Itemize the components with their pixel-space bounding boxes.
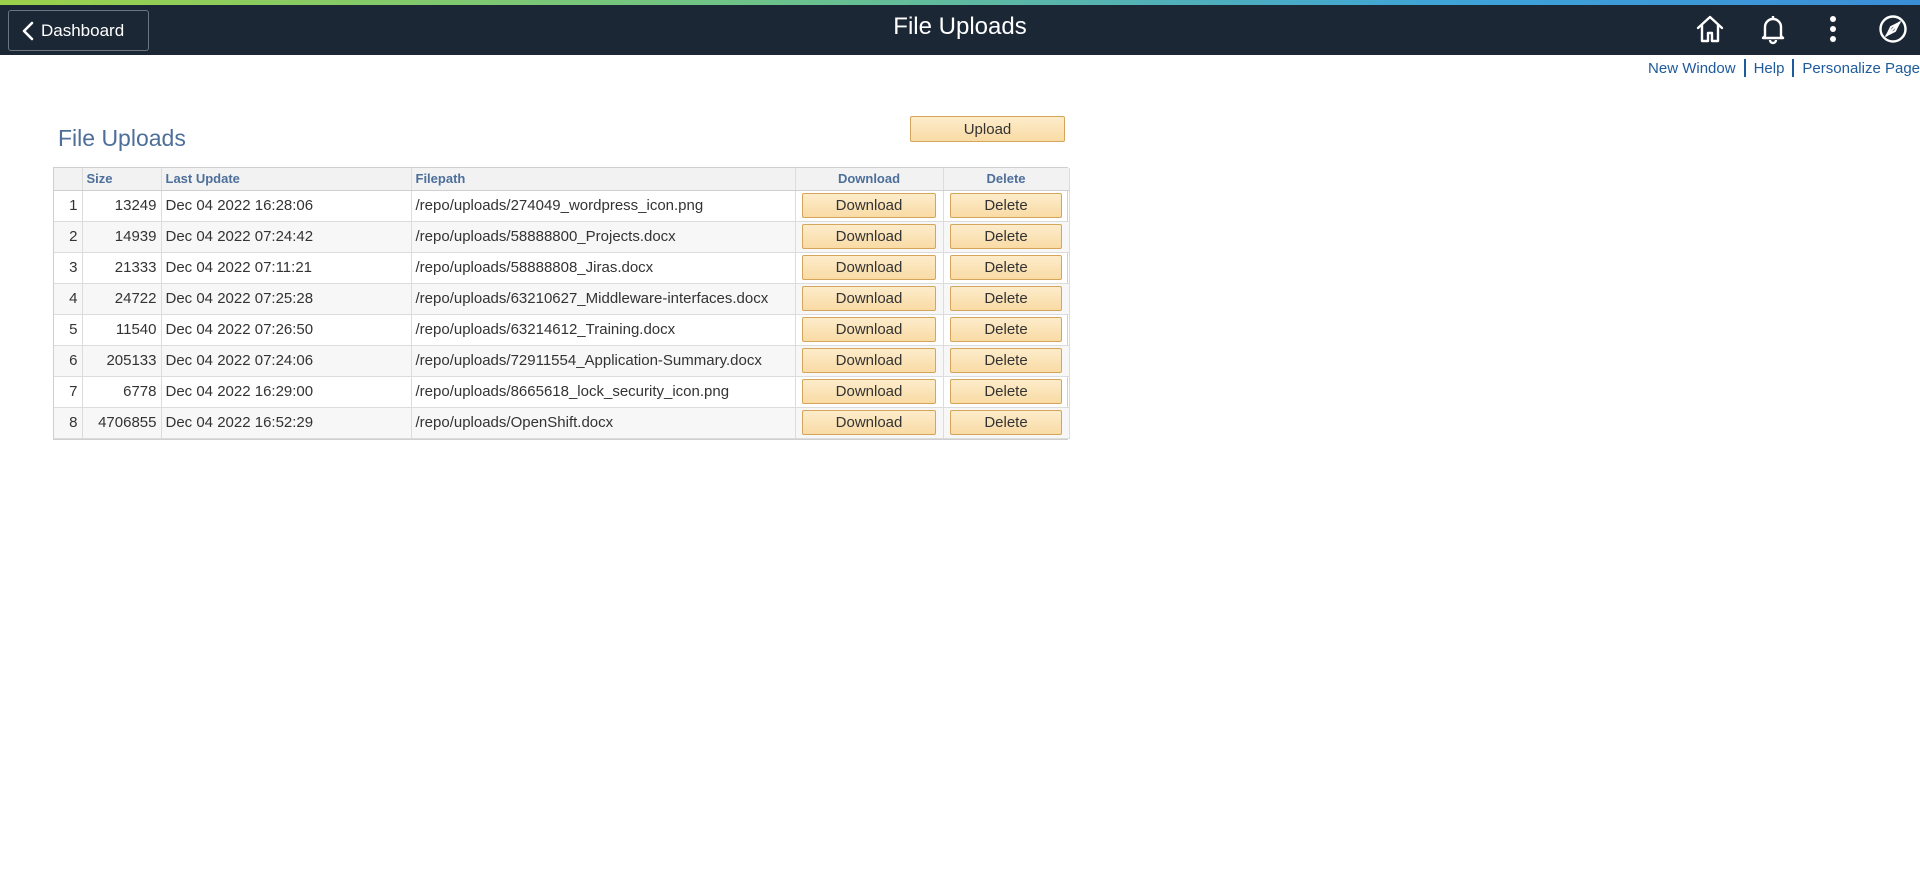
download-cell: Download	[795, 314, 944, 346]
top-banner: Dashboard File Uploads	[0, 0, 1920, 55]
download-button[interactable]: Download	[802, 193, 936, 218]
row-number: 6	[54, 345, 83, 377]
delete-cell: Delete	[943, 407, 1070, 439]
last-update-cell: Dec 04 2022 16:28:06	[161, 190, 412, 222]
row-number: 8	[54, 407, 83, 439]
row-number: 3	[54, 252, 83, 284]
size-cell: 11540	[82, 314, 162, 346]
size-cell: 6778	[82, 376, 162, 408]
size-cell: 24722	[82, 283, 162, 315]
delete-cell: Delete	[943, 190, 1070, 222]
table-row: 5 11540 Dec 04 2022 07:26:50/repo/uploads/…	[54, 314, 1070, 346]
col-header-last-update[interactable]: Last Update	[161, 168, 412, 191]
help-link[interactable]: Help	[1754, 60, 1785, 77]
col-header-download: Download	[795, 168, 944, 191]
filepath-cell: /repo/uploads/58888808_Jiras.docx	[411, 252, 796, 284]
delete-cell: Delete	[943, 314, 1070, 346]
col-header-size[interactable]: Size	[82, 168, 162, 191]
download-cell: Download	[795, 376, 944, 408]
col-header-row-number	[54, 168, 83, 191]
size-cell: 21333	[82, 252, 162, 284]
delete-button[interactable]: Delete	[950, 286, 1062, 311]
delete-cell: Delete	[943, 345, 1070, 377]
filepath-cell: /repo/uploads/72911554_Application-Summa…	[411, 345, 796, 377]
filepath-cell: /repo/uploads/8665618_lock_security_icon…	[411, 376, 796, 408]
more-vertical-icon[interactable]	[1816, 12, 1850, 46]
download-button[interactable]: Download	[802, 410, 936, 435]
row-number: 1	[54, 190, 83, 222]
download-button[interactable]: Download	[802, 255, 936, 280]
last-update-cell: Dec 04 2022 07:24:06	[161, 345, 412, 377]
delete-cell: Delete	[943, 221, 1070, 253]
row-number: 5	[54, 314, 83, 346]
download-cell: Download	[795, 345, 944, 377]
download-cell: Download	[795, 190, 944, 222]
last-update-cell: Dec 04 2022 16:29:00	[161, 376, 412, 408]
new-window-link[interactable]: New Window	[1648, 60, 1736, 77]
table-row: 3 21333 Dec 04 2022 07:11:21/repo/uploads/…	[54, 252, 1070, 284]
last-update-cell: Dec 04 2022 07:25:28	[161, 283, 412, 315]
delete-cell: Delete	[943, 252, 1070, 284]
delete-cell: Delete	[943, 376, 1070, 408]
col-header-filepath[interactable]: Filepath	[411, 168, 796, 191]
grid-body: 1 13249 Dec 04 2022 16:28:06/repo/uploads/…	[54, 190, 1070, 439]
download-cell: Download	[795, 407, 944, 439]
download-button[interactable]: Download	[802, 286, 936, 311]
filepath-cell: /repo/uploads/58888800_Projects.docx	[411, 221, 796, 253]
last-update-cell: Dec 04 2022 16:52:29	[161, 407, 412, 439]
delete-cell: Delete	[943, 283, 1070, 315]
delete-button[interactable]: Delete	[950, 410, 1062, 435]
grid-header-row: Size Last Update Filepath Download Delet…	[54, 168, 1070, 191]
table-row: 6 205133 Dec 04 2022 07:24:06/repo/uploads…	[54, 345, 1070, 377]
table-row: 2 14939 Dec 04 2022 07:24:42/repo/uploads/…	[54, 221, 1070, 253]
download-button[interactable]: Download	[802, 379, 936, 404]
delete-button[interactable]: Delete	[950, 348, 1062, 373]
size-cell: 13249	[82, 190, 162, 222]
link-separator	[1792, 59, 1795, 77]
download-button[interactable]: Download	[802, 348, 936, 373]
utility-links: New Window Help Personalize Page	[1648, 59, 1920, 77]
size-cell: 14939	[82, 221, 162, 253]
chevron-left-icon	[22, 21, 34, 40]
download-cell: Download	[795, 252, 944, 284]
bell-icon[interactable]	[1756, 12, 1790, 46]
col-header-delete: Delete	[943, 168, 1070, 191]
back-to-dashboard-button[interactable]: Dashboard	[8, 10, 149, 51]
size-cell: 4706855	[82, 407, 162, 439]
table-row: 4 24722 Dec 04 2022 07:25:28/repo/uploads/…	[54, 283, 1070, 315]
last-update-cell: Dec 04 2022 07:11:21	[161, 252, 412, 284]
last-update-cell: Dec 04 2022 07:26:50	[161, 314, 412, 346]
delete-button[interactable]: Delete	[950, 255, 1062, 280]
back-button-label: Dashboard	[41, 20, 125, 40]
last-update-cell: Dec 04 2022 07:24:42	[161, 221, 412, 253]
link-separator	[1743, 59, 1746, 77]
size-cell: 205133	[82, 345, 162, 377]
file-uploads-grid: Size Last Update Filepath Download Delet…	[53, 167, 1070, 440]
download-cell: Download	[795, 283, 944, 315]
upload-button[interactable]: Upload	[910, 116, 1065, 142]
delete-button[interactable]: Delete	[950, 193, 1062, 218]
delete-button[interactable]: Delete	[950, 224, 1062, 249]
section-title: File Uploads	[58, 125, 186, 151]
delete-button[interactable]: Delete	[950, 317, 1062, 342]
row-number: 2	[54, 221, 83, 253]
filepath-cell: /repo/uploads/63210627_Middleware-interf…	[411, 283, 796, 315]
delete-button[interactable]: Delete	[950, 379, 1062, 404]
table-row: 1 13249 Dec 04 2022 16:28:06/repo/uploads/…	[54, 190, 1070, 222]
download-button[interactable]: Download	[802, 224, 936, 249]
row-number: 7	[54, 376, 83, 408]
table-row: 7 6778 Dec 04 2022 16:29:00/repo/uploads/8…	[54, 376, 1070, 408]
filepath-cell: /repo/uploads/63214612_Training.docx	[411, 314, 796, 346]
accent-strip	[0, 0, 1920, 5]
download-cell: Download	[795, 221, 944, 253]
filepath-cell: /repo/uploads/274049_wordpress_icon.png	[411, 190, 796, 222]
page-title: File Uploads	[893, 13, 1027, 40]
table-row: 8 4706855 Dec 04 2022 16:52:29/repo/upload…	[54, 407, 1070, 439]
home-icon[interactable]	[1693, 12, 1727, 46]
compass-icon[interactable]	[1876, 12, 1910, 46]
personalize-page-link[interactable]: Personalize Page	[1802, 60, 1920, 77]
filepath-cell: /repo/uploads/OpenShift.docx	[411, 407, 796, 439]
download-button[interactable]: Download	[802, 317, 936, 342]
row-number: 4	[54, 283, 83, 315]
